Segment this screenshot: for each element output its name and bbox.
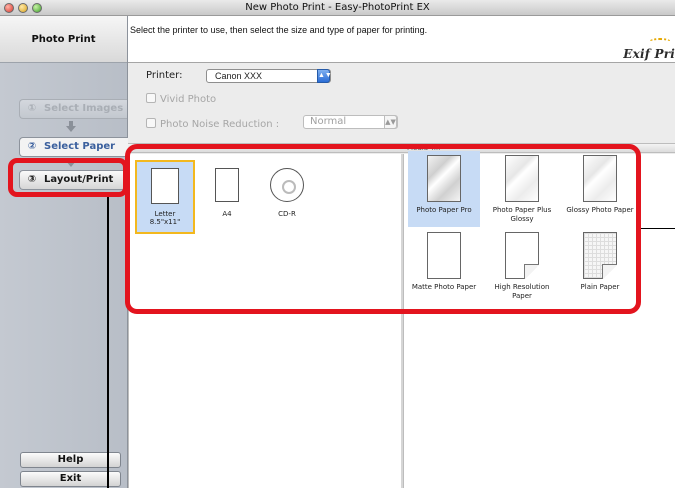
title-bar: New Photo Print - Easy-PhotoPrint EX (0, 0, 675, 16)
noise-reduction-value: Normal (310, 116, 347, 127)
step-number: ① (27, 103, 37, 114)
printer-value: Canon XXX (215, 71, 263, 81)
updown-arrows-icon: ▲▼ (384, 115, 397, 129)
step-arrow-icon (66, 126, 76, 132)
brand-logo-dots (649, 38, 671, 46)
highlight-step-callout (8, 158, 128, 197)
checkbox-box (146, 118, 156, 128)
noise-reduction-checkbox[interactable]: Photo Noise Reduction : (146, 118, 279, 130)
brand-logo: Exif Pri (623, 47, 675, 61)
help-button[interactable]: Help (20, 452, 121, 468)
updown-arrows-icon: ▲▼ (317, 69, 332, 83)
print-options: Printer: Canon XXX ▲▼ Vivid Photo Photo … (128, 63, 675, 143)
step-select-paper[interactable]: ② Select Paper (19, 137, 128, 157)
highlight-paper-callout (125, 144, 641, 314)
printer-label: Printer: (146, 70, 183, 81)
step-label: Select Images (44, 103, 124, 114)
instruction-banner: Select the printer to use, then select t… (128, 16, 675, 63)
callout-pointer-line (641, 228, 675, 229)
instruction-text: Select the printer to use, then select t… (130, 25, 428, 35)
step-number: ② (27, 141, 37, 152)
step-select-images[interactable]: ① Select Images (19, 99, 127, 119)
step-label: Select Paper (44, 141, 116, 152)
callout-leader-line (107, 197, 109, 488)
vivid-photo-label: Vivid Photo (160, 94, 217, 105)
sidebar-title: Photo Print (0, 16, 127, 63)
exit-button[interactable]: Exit (20, 471, 121, 487)
noise-reduction-label: Photo Noise Reduction : (160, 119, 280, 130)
checkbox-box (146, 93, 156, 103)
noise-reduction-select[interactable]: Normal ▲▼ (303, 115, 398, 129)
vivid-photo-checkbox[interactable]: Vivid Photo (146, 93, 216, 105)
printer-select[interactable]: Canon XXX ▲▼ (206, 69, 332, 83)
window-title: New Photo Print - Easy-PhotoPrint EX (245, 2, 430, 13)
